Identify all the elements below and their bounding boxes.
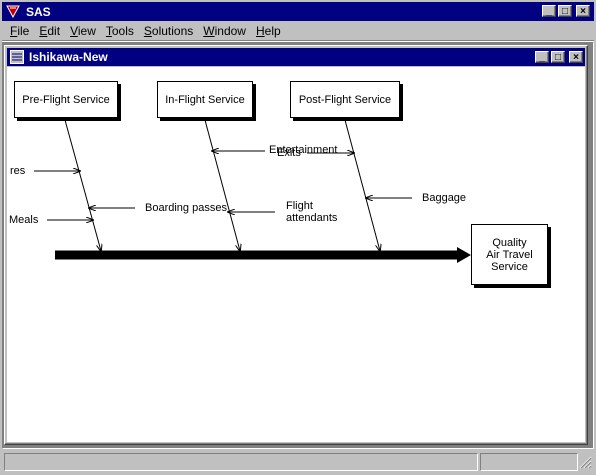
cause-label[interactable]: Meals [9,214,38,226]
child-title: Ishikawa-New [29,50,108,64]
diagram-canvas[interactable]: Pre-Flight Service In-Flight Service Pos… [7,67,585,442]
app-title-bar[interactable]: SAS _ □ × [2,2,594,21]
effect-line-1: Quality [492,236,527,249]
menu-edit[interactable]: Edit [39,24,60,40]
effect-line-3: Service [491,260,528,273]
menu-window[interactable]: Window [203,24,246,40]
cause-label[interactable]: Flight [286,200,313,212]
cause-label[interactable]: Exits [277,147,301,159]
menu-view[interactable]: View [70,24,96,40]
cause-label[interactable]: attendants [286,212,337,224]
menu-file[interactable]: File [10,24,29,40]
cause-label[interactable]: Boarding passes [145,202,227,214]
menu-help[interactable]: Help [256,24,281,40]
effect-line-2: Air Travel [486,248,533,261]
menu-bar: File Edit View Tools Solutions Window He… [10,24,291,40]
cause-label[interactable]: res [10,165,25,177]
app-title: SAS [26,5,51,19]
resize-grip-icon[interactable] [578,455,592,469]
child-title-bar[interactable]: Ishikawa-New _ □ × [7,48,585,66]
close-icon[interactable]: × [576,5,590,17]
category-pre-flight[interactable]: Pre-Flight Service [14,81,118,118]
status-panel-secondary [480,453,578,471]
status-panel-main [4,453,478,471]
sas-logo-icon[interactable] [6,5,20,19]
category-post-flight-label: Post-Flight Service [298,93,392,106]
child-close-icon[interactable]: × [569,51,583,63]
child-maximize-icon[interactable]: □ [551,51,565,63]
category-in-flight[interactable]: In-Flight Service [157,81,253,118]
diagram-icon[interactable] [10,50,24,64]
effect-box[interactable]: Quality Air Travel Service [471,224,548,285]
minimize-icon[interactable]: _ [542,5,556,17]
cause-label[interactable]: Baggage [422,192,466,204]
menu-solutions[interactable]: Solutions [144,24,193,40]
child-minimize-icon[interactable]: _ [535,51,549,63]
maximize-icon[interactable]: □ [558,5,572,17]
menu-tools[interactable]: Tools [106,24,134,40]
status-bar [2,451,594,473]
category-in-flight-label: In-Flight Service [165,93,245,106]
category-pre-flight-label: Pre-Flight Service [22,93,110,106]
bone-in-flight [204,119,240,251]
bone-post-flight [344,119,380,251]
category-post-flight[interactable]: Post-Flight Service [290,81,400,118]
bone-pre-flight [64,119,101,251]
